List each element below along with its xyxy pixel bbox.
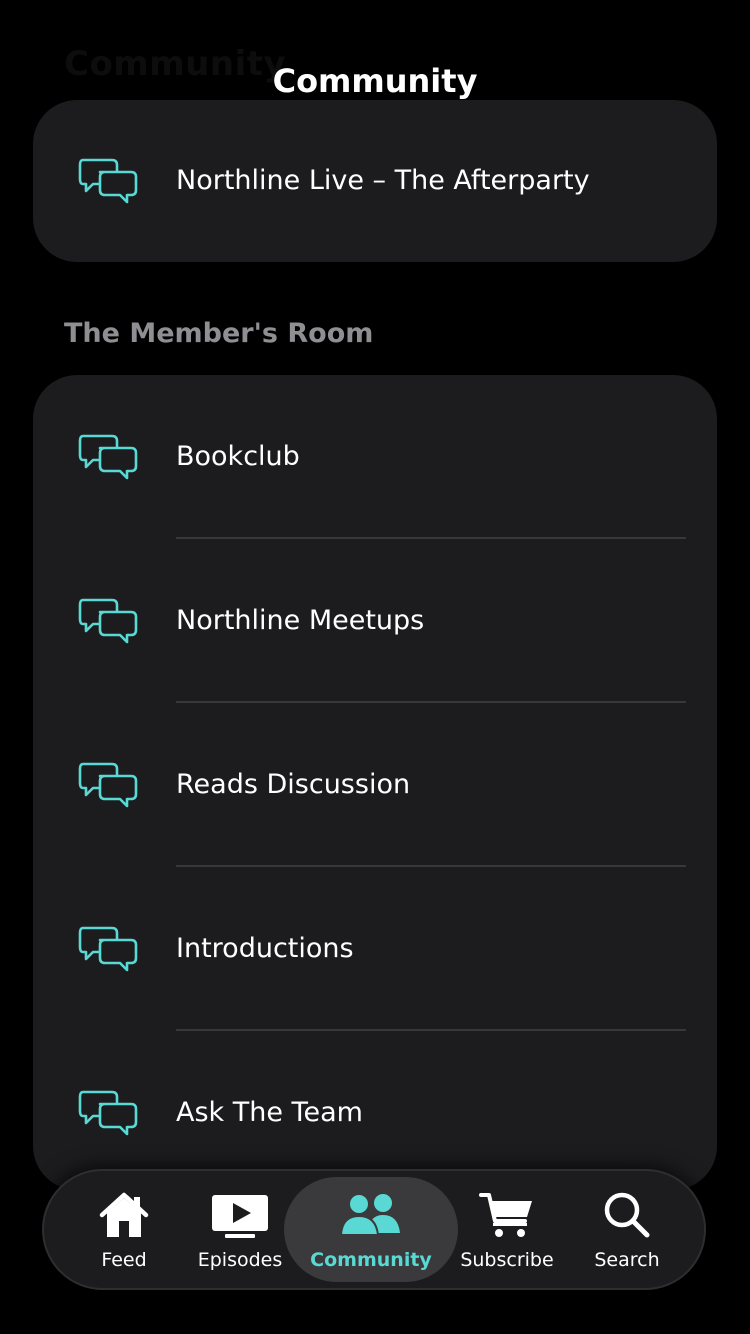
chat-bubbles-icon: [78, 761, 138, 809]
tab-subscribe[interactable]: Subscribe: [452, 1171, 562, 1288]
tab-label: Subscribe: [460, 1249, 554, 1271]
section-header-members-room: The Member's Room: [64, 318, 374, 349]
list-item-label: Northline Live – The Afterparty: [176, 165, 590, 196]
magnifier-icon: [602, 1191, 652, 1241]
tab-search[interactable]: Search: [572, 1171, 682, 1288]
members-room-card: Bookclub Northline Meetups Reads Discuss…: [33, 375, 717, 1190]
tab-episodes[interactable]: Episodes: [184, 1171, 296, 1288]
list-item-afterparty[interactable]: Northline Live – The Afterparty: [33, 100, 717, 262]
featured-card: Northline Live – The Afterparty: [33, 100, 717, 262]
list-item-label: Bookclub: [176, 441, 300, 472]
chat-bubbles-icon: [78, 433, 138, 481]
list-item-introductions[interactable]: Introductions: [33, 867, 717, 1031]
list-item-ask-the-team[interactable]: Ask The Team: [33, 1031, 717, 1190]
cart-icon: [479, 1191, 535, 1241]
tab-label: Search: [594, 1249, 660, 1271]
play-icon: [211, 1191, 269, 1241]
tab-label: Community: [310, 1249, 432, 1271]
tab-label: Episodes: [197, 1249, 283, 1271]
list-item-label: Ask The Team: [176, 1097, 363, 1128]
people-icon: [338, 1191, 404, 1241]
tab-label: Feed: [101, 1249, 147, 1271]
list-item-reads-discussion[interactable]: Reads Discussion: [33, 703, 717, 867]
list-item-meetups[interactable]: Northline Meetups: [33, 539, 717, 703]
list-item-bookclub[interactable]: Bookclub: [33, 375, 717, 539]
list-item-label: Reads Discussion: [176, 769, 411, 800]
tab-community[interactable]: Community: [284, 1177, 458, 1282]
page-title: Community: [272, 62, 478, 100]
list-item-label: Introductions: [176, 933, 354, 964]
tab-bar: Feed Episodes Community Subscribe Search: [42, 1169, 706, 1290]
chat-bubbles-icon: [78, 1089, 138, 1137]
chat-bubbles-icon: [78, 925, 138, 973]
chat-bubbles-icon: [78, 157, 138, 205]
list-item-label: Northline Meetups: [176, 605, 425, 636]
tab-feed[interactable]: Feed: [70, 1171, 178, 1288]
house-icon: [96, 1191, 152, 1241]
chat-bubbles-icon: [78, 597, 138, 645]
